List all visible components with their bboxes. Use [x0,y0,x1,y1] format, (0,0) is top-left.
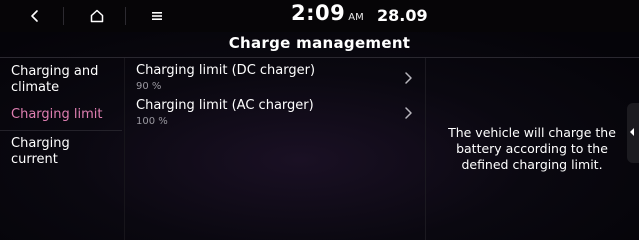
status-bar: 2:09 AM 28.09 [0,0,639,32]
charge-management-screen: 2:09 AM 28.09 Charge management Charging… [0,0,639,240]
sidebar: Charging and climate Charging limit Char… [0,58,122,240]
list-item-label: Charging limit (AC charger) [136,98,314,113]
list-item-value: 100 % [136,116,168,127]
status-divider [63,7,64,25]
list-item-value: 90 % [136,81,162,92]
column-divider [124,58,125,240]
home-button[interactable] [82,4,112,28]
side-panel-tab[interactable] [627,103,639,163]
page-title: Charge management [228,34,411,52]
sidebar-item-charging-and-climate[interactable]: Charging and climate [11,64,119,96]
back-arrow-icon [31,10,38,22]
chevron-right-icon [405,107,412,119]
column-divider [425,58,426,240]
chevron-right-icon [405,72,412,84]
status-divider [125,7,126,25]
clock: 2:09 AM [291,1,364,31]
sidebar-item-charging-limit[interactable]: Charging limit [11,107,119,123]
menu-button[interactable] [142,4,172,28]
sidebar-active-divider [0,130,122,131]
clock-ampm: AM [348,12,364,23]
info-description: The vehicle will charge the battery acco… [448,125,616,172]
back-button[interactable] [20,4,50,28]
list-item-ac-charging-limit[interactable]: Charging limit (AC charger) 100 % [126,97,424,131]
chevron-left-icon [630,128,634,136]
date-display: 28.09 [377,6,428,25]
sidebar-item-charging-current[interactable]: Charging current [11,136,119,168]
list-item-label: Charging limit (DC charger) [136,63,316,78]
menu-icon [152,12,162,20]
home-icon [90,9,104,23]
clock-time: 2:09 [291,1,346,25]
list-item-dc-charging-limit[interactable]: Charging limit (DC charger) 90 % [126,62,424,96]
